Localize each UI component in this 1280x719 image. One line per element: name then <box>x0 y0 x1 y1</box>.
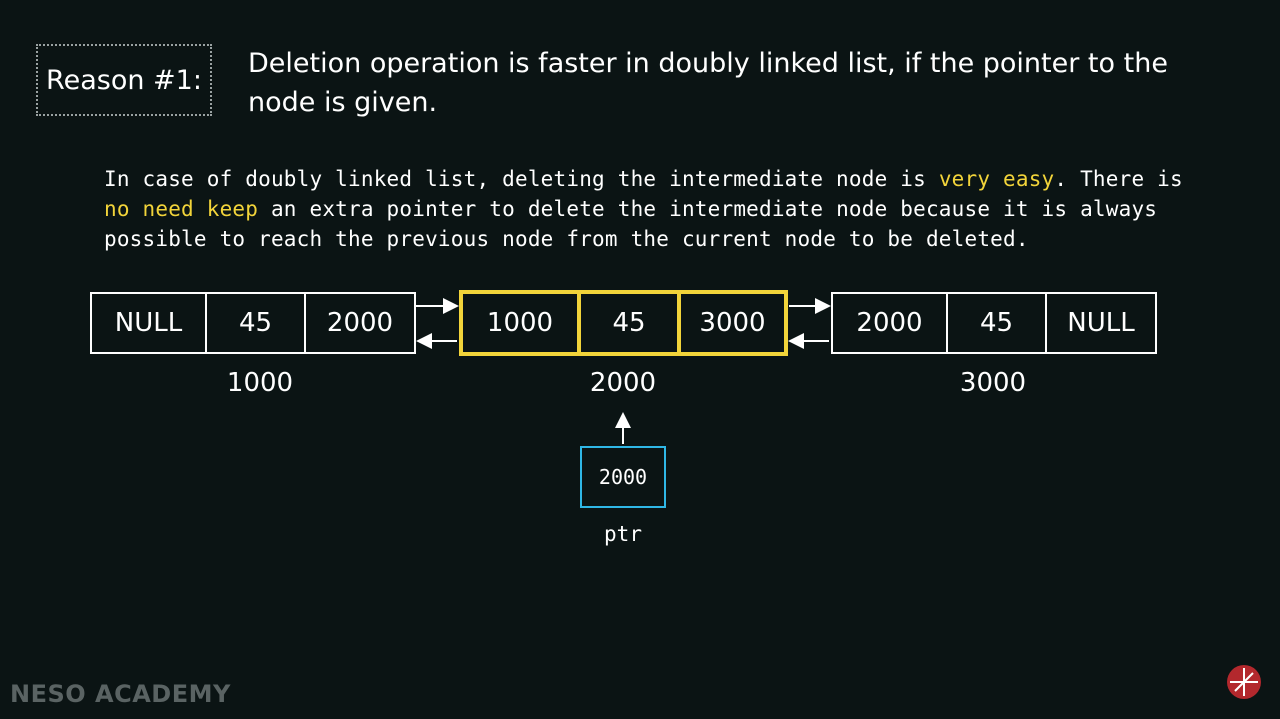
ptr-value: 2000 <box>598 465 648 489</box>
link-arrows <box>416 298 831 444</box>
neso-logo-icon <box>1227 665 1261 699</box>
brand-watermark: NESO ACADEMY <box>10 680 231 708</box>
ptr-label: ptr <box>604 522 642 546</box>
ptr-box: 2000 <box>580 446 666 508</box>
